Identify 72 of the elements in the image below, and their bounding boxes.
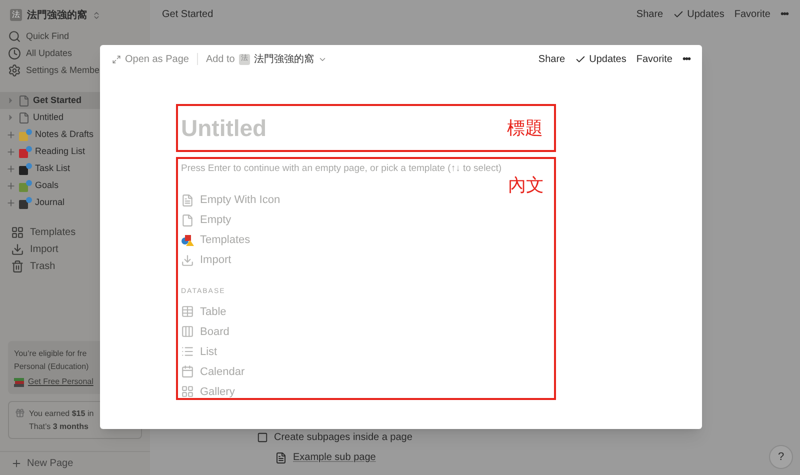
- topbar-button[interactable]: Favorite: [734, 6, 770, 22]
- template-option[interactable]: Empty: [200, 212, 232, 228]
- download-icon: [181, 254, 194, 267]
- sidebar-link[interactable]: All Updates: [26, 46, 72, 60]
- topbar-button[interactable]: Share: [636, 6, 664, 22]
- check-icon: [673, 8, 684, 20]
- add-icon[interactable]: [6, 164, 16, 174]
- template-option[interactable]: Empty With Icon: [200, 192, 280, 208]
- sidebar-link[interactable]: Settings & Membe: [26, 64, 100, 78]
- workspace-badge: 法: [10, 9, 22, 21]
- database-option[interactable]: Board: [200, 324, 230, 340]
- hint-text: Press Enter to continue with an empty page, or pick a template (↑↓ to select): [181, 162, 502, 176]
- page-title: Get Started: [162, 8, 214, 22]
- credit-text: You earned $15 in That’s 3 months: [29, 408, 94, 433]
- switcher-icon[interactable]: [92, 10, 101, 20]
- annotation-label: 標題: [507, 116, 543, 140]
- sub-page-link[interactable]: Example sub page: [293, 450, 376, 465]
- add-icon[interactable]: [6, 146, 16, 156]
- templates-icon: [11, 226, 24, 239]
- checkbox[interactable]: [257, 432, 268, 443]
- page-icon: [18, 94, 30, 106]
- sidebar-page[interactable]: Goals: [0, 177, 150, 194]
- more-button[interactable]: •••: [682, 52, 690, 66]
- sidebar-page[interactable]: Journal: [0, 194, 150, 211]
- database-option[interactable]: Table: [200, 304, 226, 320]
- page-icon: [181, 194, 194, 207]
- promo-text: You’re eligible for fre Personal (Education): [14, 348, 90, 373]
- gallery-icon: [181, 385, 194, 398]
- page-icon: [181, 214, 194, 227]
- modal-action-button[interactable]: Favorite: [636, 52, 672, 66]
- table-icon: [181, 305, 194, 318]
- database-option[interactable]: List: [200, 344, 218, 360]
- template-option[interactable]: Templates: [200, 232, 250, 248]
- add-icon[interactable]: [6, 180, 16, 190]
- sidebar-page[interactable]: Notes & Drafts: [0, 126, 150, 143]
- sidebar-page[interactable]: Task List: [0, 160, 150, 177]
- expand-icon: [112, 54, 121, 64]
- modal-action-button[interactable]: Share: [538, 52, 566, 66]
- books-icon: [14, 376, 24, 386]
- add-icon[interactable]: [6, 198, 16, 208]
- sidebar-link[interactable]: Import: [30, 242, 58, 257]
- add-icon[interactable]: [6, 130, 16, 140]
- template-option[interactable]: Import: [200, 252, 232, 268]
- sidebar-page[interactable]: Untitled: [0, 109, 150, 126]
- trash-icon: [11, 260, 24, 273]
- add-icon: [11, 458, 22, 469]
- calendar-icon: [181, 365, 194, 378]
- board-icon: [181, 325, 194, 338]
- page-icon: [18, 112, 30, 124]
- open-as-page-button[interactable]: Open as Page: [112, 52, 189, 66]
- download-icon: [11, 243, 24, 256]
- database-option[interactable]: Calendar: [200, 364, 245, 380]
- clock-icon: [8, 47, 21, 60]
- modal-action-button[interactable]: Updates: [575, 52, 626, 66]
- workspace-name[interactable]: 法門強強的窩: [27, 8, 87, 22]
- topbar-button[interactable]: Updates: [673, 6, 724, 22]
- search-icon: [8, 30, 21, 43]
- gift-icon: [15, 408, 25, 418]
- check-icon: [575, 54, 586, 64]
- sidebar-link[interactable]: Trash: [30, 259, 56, 274]
- settings-icon: [8, 64, 21, 77]
- more-button[interactable]: •••: [780, 6, 788, 22]
- sidebar-link[interactable]: Templates: [30, 225, 76, 240]
- new-page-button[interactable]: New Page: [27, 456, 74, 471]
- database-option[interactable]: Gallery: [200, 384, 235, 400]
- annotation-label: 內文: [508, 176, 544, 194]
- sidebar-page[interactable]: Reading List: [0, 143, 150, 160]
- todo-text: Create subpages inside a page: [274, 431, 412, 445]
- page-icon: [275, 452, 287, 464]
- shapes-icon: [181, 234, 194, 247]
- sidebar-link[interactable]: Quick Find: [26, 30, 70, 44]
- promo-link[interactable]: Get Free Personal: [28, 375, 94, 388]
